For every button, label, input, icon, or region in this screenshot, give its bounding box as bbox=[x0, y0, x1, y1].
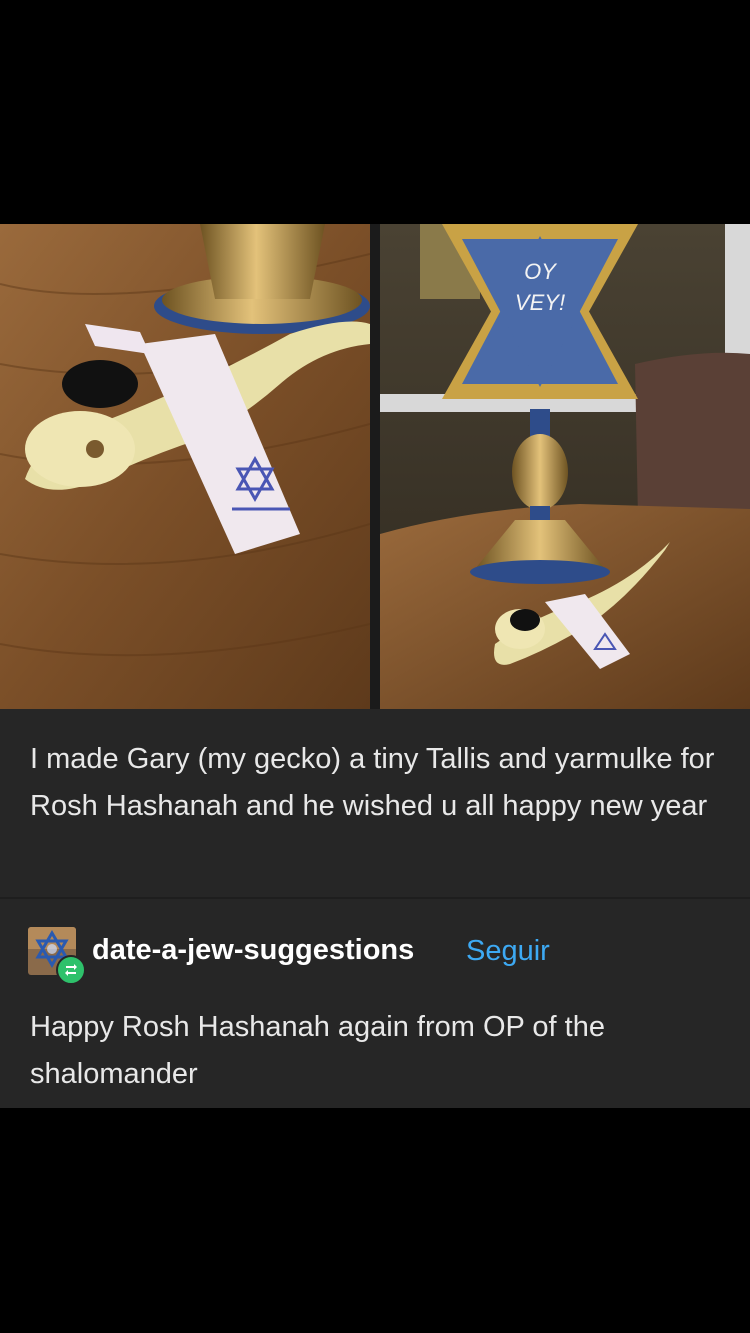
star-sign-photo[interactable]: OY VEY! bbox=[380, 224, 750, 709]
star-sign-image: OY VEY! bbox=[380, 224, 750, 709]
sign-text-line2: VEY! bbox=[515, 290, 565, 315]
gecko-closeup-photo[interactable] bbox=[0, 224, 370, 709]
divider bbox=[0, 897, 750, 899]
sign-text-line1: OY bbox=[524, 259, 557, 284]
post-caption: I made Gary (my gecko) a tiny Tallis and… bbox=[30, 743, 715, 822]
follow-button[interactable]: Seguir bbox=[466, 935, 550, 968]
reblog-username[interactable]: date-a-jew-suggestions bbox=[92, 934, 414, 967]
avatar[interactable] bbox=[28, 927, 86, 985]
photo-set: OY VEY! bbox=[0, 224, 750, 709]
post-card: OY VEY! I made Gary (my gecko) a tiny Ta… bbox=[0, 224, 750, 1108]
reblog-header: date-a-jew-suggestions Seguir bbox=[28, 924, 728, 985]
reblog-text: Happy Rosh Hashanah again from OP of the… bbox=[30, 1011, 605, 1090]
gecko-closeup-image bbox=[0, 224, 370, 709]
reblog-icon bbox=[56, 955, 86, 985]
